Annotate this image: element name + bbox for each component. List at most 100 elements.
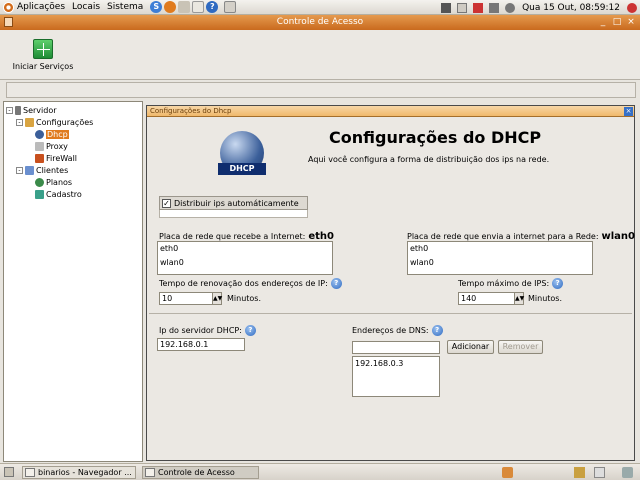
- network-icon[interactable]: [489, 2, 500, 13]
- tree-label: Planos: [46, 177, 73, 187]
- add-dns-button[interactable]: Adicionar: [447, 340, 494, 354]
- dhcp-globe-icon: DHCP: [218, 131, 266, 175]
- page-title: Configurações do DHCP: [329, 128, 542, 147]
- server-ip-field[interactable]: 192.168.0.1: [157, 338, 245, 351]
- renewal-time-value: 10: [162, 294, 173, 303]
- window-buttons: _ □ ×: [595, 16, 637, 28]
- window-titlebar[interactable]: Controle de Acesso _ □ ×: [0, 15, 640, 30]
- window-menu-icon[interactable]: [4, 17, 13, 27]
- config-icon: [25, 117, 34, 127]
- taskbar-item-controle[interactable]: Controle de Acesso: [142, 466, 259, 479]
- max-time-value: 140: [461, 294, 477, 303]
- taskbar-item-browser[interactable]: binarios - Navegador ...: [22, 466, 136, 479]
- list-item[interactable]: eth0: [408, 242, 592, 256]
- list-item[interactable]: wlan0: [158, 256, 332, 270]
- menu-places[interactable]: Locais: [72, 2, 100, 12]
- firefox-launcher-icon[interactable]: [164, 1, 177, 13]
- distribute-ips-checkbox[interactable]: ✓ Distribuir ips automáticamente: [159, 196, 308, 210]
- frame-titlebar[interactable]: Configurações do Dhcp ×: [147, 106, 634, 117]
- network-monitor-icon[interactable]: [441, 2, 452, 13]
- list-item[interactable]: eth0: [158, 242, 332, 256]
- frame-close-icon[interactable]: ×: [624, 107, 633, 116]
- bottom-panel: binarios - Navegador ... Controle de Ace…: [0, 463, 640, 480]
- dns-label: Endereços de DNS:: [352, 326, 429, 335]
- tree-node-cadastro[interactable]: Cadastro: [35, 188, 82, 200]
- receive-nic-label: Placa de rede que recebe a Internet:: [159, 232, 306, 241]
- maximize-icon[interactable]: □: [611, 16, 623, 28]
- help-icon[interactable]: ?: [330, 278, 342, 289]
- tree-node-clientes[interactable]: - Clientes: [16, 164, 68, 176]
- minimize-icon[interactable]: _: [597, 16, 609, 28]
- task-label: Controle de Acesso: [158, 468, 235, 477]
- max-time-spinner[interactable]: 140 ▲▼: [458, 292, 524, 305]
- tree-node-configuracoes[interactable]: - Configurações: [16, 116, 93, 128]
- start-services-button[interactable]: Iniciar Serviços: [10, 39, 76, 72]
- menu-applications[interactable]: Aplicações: [17, 2, 65, 12]
- receive-nic-list[interactable]: eth0 wlan0: [157, 241, 333, 275]
- help-icon[interactable]: ?: [431, 325, 443, 336]
- spinner-arrows-icon[interactable]: ▲▼: [514, 293, 524, 304]
- list-item[interactable]: wlan0: [408, 256, 592, 270]
- network-services-icon: [33, 39, 53, 59]
- clock[interactable]: Qua 15 Out, 08:59:12: [522, 3, 620, 13]
- send-nic-label: Placa de rede que envia a internet para …: [407, 232, 599, 241]
- dhcp-logo-text: DHCP: [218, 163, 266, 175]
- menu-system[interactable]: Sistema: [107, 2, 143, 12]
- send-nic-list[interactable]: eth0 wlan0: [407, 241, 593, 275]
- distribute-ips-panel: [159, 210, 308, 218]
- update-alert-icon[interactable]: [473, 2, 484, 13]
- ubuntu-logo-icon[interactable]: [3, 1, 14, 13]
- power-icon[interactable]: [627, 2, 637, 13]
- network-launcher-icon[interactable]: [224, 1, 237, 13]
- tree-node-planos[interactable]: Planos: [35, 176, 72, 188]
- tree-node-proxy[interactable]: Proxy: [35, 140, 68, 152]
- list-item[interactable]: 192.168.0.3: [353, 357, 439, 371]
- renewal-time-label: Tempo de renovação dos endereços de IP:: [159, 279, 328, 288]
- collapse-icon[interactable]: -: [16, 166, 23, 174]
- frame-title: Configurações do Dhcp: [150, 107, 232, 115]
- help-icon[interactable]: ?: [244, 325, 256, 336]
- renewal-time-spinner[interactable]: 10 ▲▼: [159, 292, 222, 305]
- dns-row: Endereços de DNS:?: [352, 325, 443, 336]
- notification-icon[interactable]: [502, 467, 513, 478]
- workspace-2-icon[interactable]: [594, 467, 605, 478]
- dhcp-config-frame: Configurações do Dhcp × DHCP Configuraçõ…: [146, 105, 635, 461]
- workspace-icon[interactable]: [574, 467, 585, 478]
- dhcp-icon: [35, 129, 44, 139]
- firewall-icon: [35, 153, 44, 163]
- tree-label: FireWall: [46, 153, 78, 163]
- tree-node-firewall[interactable]: FireWall: [35, 152, 77, 164]
- volume-icon[interactable]: [505, 2, 516, 13]
- mail-launcher-icon[interactable]: [192, 1, 205, 13]
- tree-label: Cadastro: [46, 189, 82, 199]
- remove-dns-button[interactable]: Remover: [498, 340, 543, 354]
- task-label: binarios - Navegador ...: [38, 468, 132, 477]
- skype-launcher-icon[interactable]: S: [150, 1, 163, 13]
- top-panel: Aplicações Locais Sistema S ? Qua 15 Out…: [0, 0, 640, 15]
- distribute-ips-label: Distribuir ips automáticamente: [174, 198, 299, 208]
- show-desktop-icon[interactable]: [4, 467, 14, 477]
- system-tray: Qua 15 Out, 08:59:12: [438, 0, 640, 15]
- spinner-arrows-icon[interactable]: ▲▼: [212, 293, 222, 304]
- plans-icon: [35, 177, 44, 187]
- display-icon[interactable]: [457, 2, 468, 13]
- close-icon[interactable]: ×: [625, 16, 637, 28]
- tree-node-servidor[interactable]: - Servidor: [6, 104, 57, 116]
- collapse-icon[interactable]: -: [16, 118, 23, 126]
- tree-label: Servidor: [23, 105, 57, 115]
- server-icon: [15, 105, 21, 115]
- terminal-launcher-icon[interactable]: [178, 1, 191, 13]
- tree-label: Configurações: [36, 117, 94, 127]
- dns-input[interactable]: [352, 341, 440, 354]
- tree-node-dhcp[interactable]: Dhcp: [35, 128, 69, 140]
- renewal-time-row: Tempo de renovação dos endereços de IP:?: [159, 278, 342, 289]
- trash-icon[interactable]: [622, 467, 633, 478]
- start-services-label: Iniciar Serviços: [12, 62, 74, 71]
- collapse-icon[interactable]: -: [6, 106, 13, 114]
- help-launcher-icon[interactable]: ?: [206, 1, 219, 13]
- checkbox-checked-icon[interactable]: ✓: [162, 198, 171, 208]
- register-icon: [35, 189, 44, 199]
- renewal-time-unit: Minutos.: [227, 294, 262, 303]
- help-icon[interactable]: ?: [552, 278, 564, 289]
- dns-list[interactable]: 192.168.0.3: [352, 356, 440, 397]
